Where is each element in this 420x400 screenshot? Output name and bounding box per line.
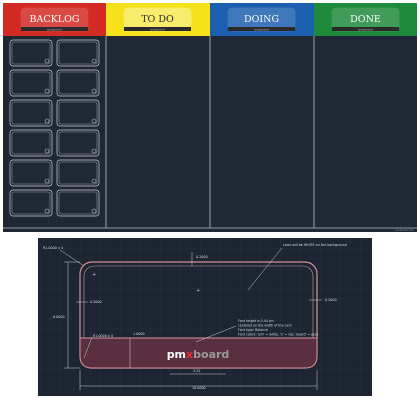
header-brand: pmxboard: [358, 28, 372, 32]
center-marker: +: [196, 288, 200, 294]
dim-radius-bottom: R1.0000 x 4: [93, 334, 113, 338]
pmxboard-logo: pmxboard: [167, 348, 230, 361]
header-card-doing: DOING pmxboard: [227, 7, 296, 32]
font-note-line: Font type: Balance: [238, 328, 268, 332]
header-card-backlog: BACKLOG pmxboard: [20, 7, 89, 32]
column-title-doing: DOING: [244, 14, 279, 25]
header-brand: pmxboard: [254, 28, 268, 32]
font-note-line: Font height is 0.44 cm: [238, 319, 274, 323]
dim-band-height: 1.0000: [133, 332, 145, 336]
header-brand: pmxboard: [150, 28, 164, 32]
pin-marker: +: [92, 272, 96, 278]
kanban-board: BACKLOG pmxboard TO DO pmxboard DOING pm…: [3, 3, 417, 232]
column-title-todo: TO DO: [141, 14, 174, 25]
font-note-line: centered on the width of the card: [238, 324, 292, 328]
header-card-done: DONE pmxboard: [331, 7, 400, 32]
dim-top-margin: 0.2000: [196, 255, 208, 259]
header-brand: pmxboard: [47, 28, 61, 32]
dim-height: 6.0000: [53, 315, 65, 319]
corner-note: pmxboard.com: [395, 228, 414, 232]
note-background: color will be WHITE on the background: [283, 243, 347, 247]
dim-width: 10.0000: [192, 386, 206, 390]
column-title-backlog: BACKLOG: [30, 14, 80, 25]
dim-radius-top: R1.0000 x 4: [43, 246, 63, 250]
dim-right-margin: 0.2000: [325, 298, 337, 302]
header-card-todo: TO DO pmxboard: [123, 7, 192, 32]
card-technical-drawing: pmxboard + + 0.2000 0.2000 0.2000 6.0000…: [38, 238, 372, 396]
column-title-done: DONE: [350, 14, 381, 25]
font-note-line: Font colors: 'pm' = white, 'x' = red, 'b…: [238, 333, 318, 337]
dim-left-margin: 0.2000: [90, 300, 102, 304]
dim-font-width: 3.25: [193, 369, 200, 373]
